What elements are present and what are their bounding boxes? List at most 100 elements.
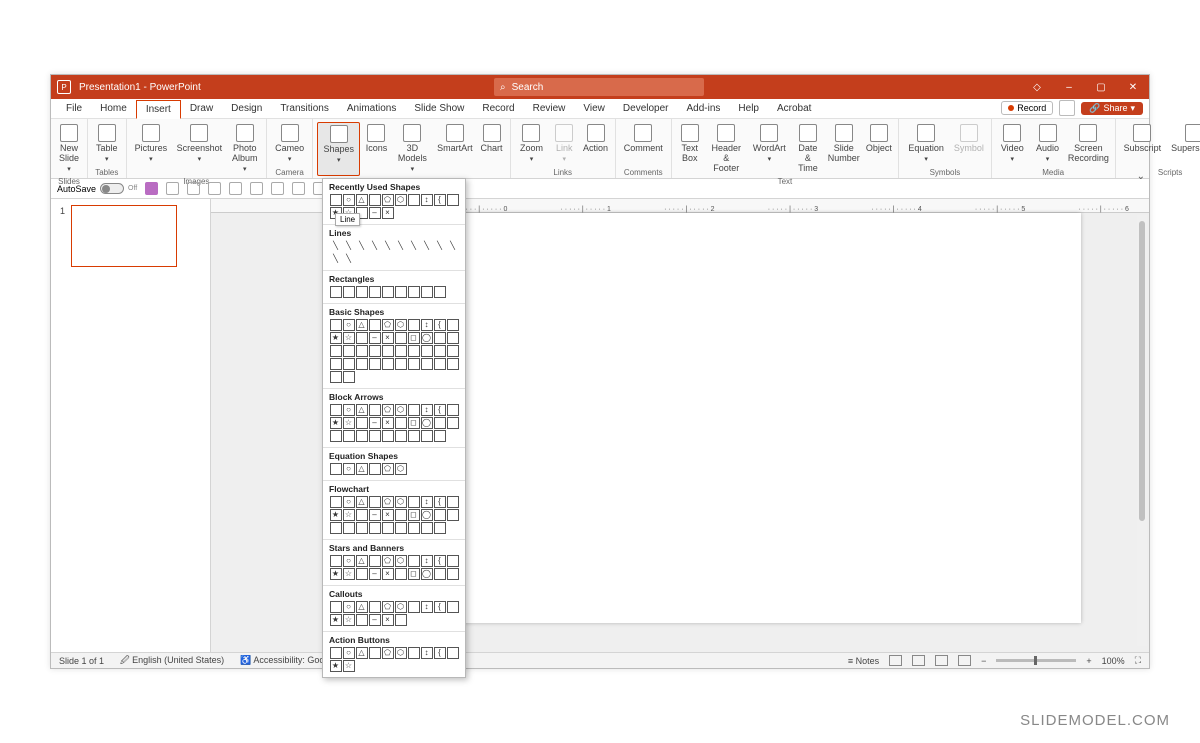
search-box[interactable]: ⌕ Search — [494, 78, 704, 96]
shape-item[interactable] — [356, 430, 368, 442]
shape-item[interactable] — [343, 522, 355, 534]
shape-item[interactable]: ╲ — [343, 240, 355, 252]
shape-item[interactable] — [447, 358, 459, 370]
equation-button[interactable]: Equation — [903, 122, 949, 167]
shape-item[interactable] — [356, 509, 368, 521]
shape-item[interactable] — [330, 404, 342, 416]
shape-item[interactable]: ╲ — [369, 240, 381, 252]
shape-item[interactable] — [408, 430, 420, 442]
shape-item[interactable]: { — [434, 319, 446, 331]
shape-item[interactable]: ↕ — [421, 496, 433, 508]
shape-item[interactable] — [369, 286, 381, 298]
shape-item[interactable]: ☆ — [343, 332, 355, 344]
shape-item[interactable]: ⬠ — [382, 555, 394, 567]
icons-button[interactable]: Icons — [362, 122, 390, 176]
shape-item[interactable]: ↕ — [421, 601, 433, 613]
shape-item[interactable] — [356, 568, 368, 580]
tab-developer[interactable]: Developer — [614, 99, 678, 118]
shape-item[interactable]: ⬡ — [395, 463, 407, 475]
shape-item[interactable] — [395, 417, 407, 429]
shape-item[interactable] — [421, 358, 433, 370]
close-button[interactable]: ✕ — [1117, 75, 1149, 99]
shape-item[interactable]: ★ — [330, 332, 342, 344]
video-button[interactable]: Video — [996, 122, 1029, 167]
shape-item[interactable] — [330, 522, 342, 534]
shape-item[interactable]: ○ — [343, 463, 355, 475]
minimize-button[interactable]: – — [1053, 75, 1085, 99]
shape-item[interactable]: △ — [356, 647, 368, 659]
shape-item[interactable] — [369, 358, 381, 370]
shape-item[interactable]: ☆ — [343, 568, 355, 580]
screen-recording-button[interactable]: ScreenRecording — [1066, 122, 1110, 167]
header &-footer-button[interactable]: Header &Footer — [706, 122, 747, 176]
shape-item[interactable] — [369, 345, 381, 357]
shape-item[interactable] — [395, 345, 407, 357]
shape-item[interactable]: ◻ — [408, 417, 420, 429]
fit-to-window-icon[interactable]: ⛶ — [1135, 655, 1141, 666]
shape-item[interactable]: ⬡ — [395, 404, 407, 416]
shapes-button[interactable]: Shapes — [317, 122, 360, 176]
photo-album-button[interactable]: PhotoAlbum — [227, 122, 262, 176]
shape-item[interactable]: – — [369, 568, 381, 580]
shape-item[interactable]: ○ — [343, 647, 355, 659]
notes-button[interactable]: ≡ Notes — [848, 656, 879, 666]
shape-item[interactable] — [395, 286, 407, 298]
vertical-scrollbar[interactable] — [1137, 215, 1147, 646]
shape-item[interactable] — [434, 430, 446, 442]
shape-item[interactable] — [434, 332, 446, 344]
shape-item[interactable]: ☆ — [343, 614, 355, 626]
shape-item[interactable]: ◻ — [408, 568, 420, 580]
shape-item[interactable]: ╲ — [421, 240, 433, 252]
shape-item[interactable]: ☆ — [343, 509, 355, 521]
shape-item[interactable]: ○ — [343, 496, 355, 508]
shape-item[interactable] — [343, 430, 355, 442]
shape-item[interactable] — [408, 194, 420, 206]
shape-item[interactable] — [382, 358, 394, 370]
shape-item[interactable]: ☆ — [343, 660, 355, 672]
sorter-view-icon[interactable] — [912, 655, 925, 666]
shape-item[interactable]: × — [382, 614, 394, 626]
tab-acrobat[interactable]: Acrobat — [768, 99, 820, 118]
tab-animations[interactable]: Animations — [338, 99, 405, 118]
shape-item[interactable]: ╲ — [408, 240, 420, 252]
shape-item[interactable] — [382, 286, 394, 298]
shape-item[interactable] — [395, 332, 407, 344]
superscript-button[interactable]: Superscript — [1167, 122, 1200, 167]
shape-item[interactable]: ╲ — [356, 240, 368, 252]
zoom-in-icon[interactable]: + — [1086, 656, 1091, 666]
shape-item[interactable] — [447, 417, 459, 429]
shape-item[interactable]: { — [434, 647, 446, 659]
reading-view-icon[interactable] — [935, 655, 948, 666]
shape-item[interactable]: – — [369, 417, 381, 429]
record-button[interactable]: Record — [1001, 101, 1053, 115]
shape-item[interactable]: – — [369, 332, 381, 344]
shape-item[interactable] — [382, 522, 394, 534]
action-button[interactable]: Action — [580, 122, 610, 167]
shapes-dropdown[interactable]: Line Recently Used Shapes○△⬠⬡↕{★☆–×Lines… — [322, 178, 466, 678]
slide-thumbnails-pane[interactable]: 1 — [51, 199, 211, 652]
shape-item[interactable]: – — [369, 207, 381, 219]
tab-help[interactable]: Help — [729, 99, 768, 118]
slide-number-button[interactable]: SlideNumber — [826, 122, 862, 176]
shape-item[interactable]: ⬠ — [382, 463, 394, 475]
shape-item[interactable] — [408, 286, 420, 298]
tab-home[interactable]: Home — [91, 99, 136, 118]
shape-item[interactable]: { — [434, 555, 446, 567]
shape-item[interactable] — [369, 601, 381, 613]
shape-item[interactable]: ⬡ — [395, 319, 407, 331]
shape-item[interactable]: ↕ — [421, 647, 433, 659]
shape-item[interactable] — [369, 319, 381, 331]
shape-item[interactable] — [421, 286, 433, 298]
user-icon[interactable]: ◇ — [1021, 75, 1053, 99]
shape-item[interactable] — [421, 430, 433, 442]
3d-models-button[interactable]: 3DModels — [392, 122, 432, 176]
shape-item[interactable] — [408, 345, 420, 357]
shape-item[interactable]: ╲ — [343, 253, 355, 265]
shape-item[interactable] — [408, 555, 420, 567]
shape-item[interactable] — [434, 509, 446, 521]
tab-transitions[interactable]: Transitions — [271, 99, 338, 118]
shape-item[interactable] — [447, 509, 459, 521]
shape-item[interactable] — [447, 319, 459, 331]
shape-item[interactable] — [356, 358, 368, 370]
shape-item[interactable] — [330, 371, 342, 383]
